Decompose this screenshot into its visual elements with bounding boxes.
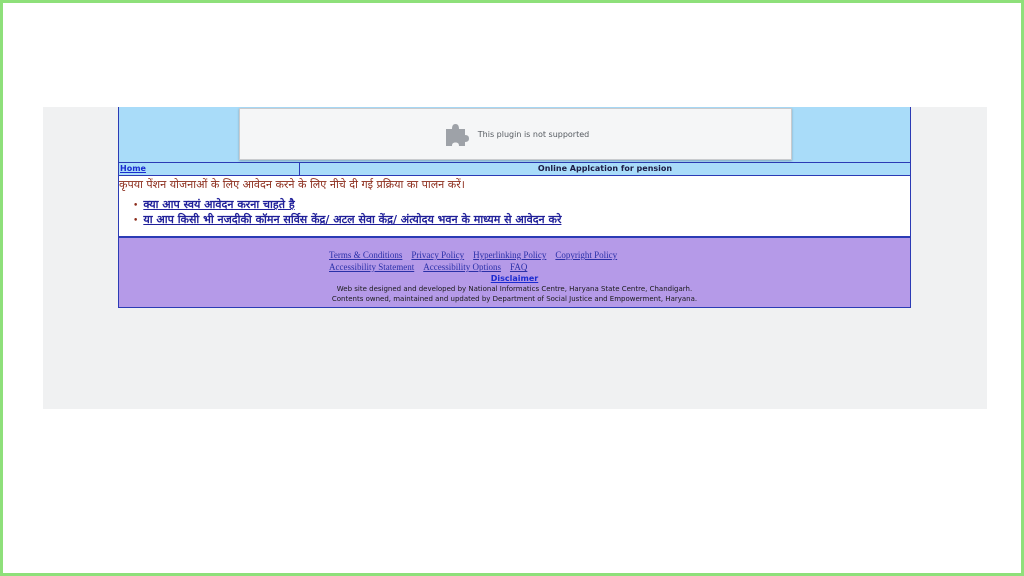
hyperlinking-link[interactable]: Hyperlinking Policy	[473, 250, 546, 260]
application-options: • क्या आप स्वयं आवेदन करना चाहते है • या आ…	[133, 198, 561, 228]
self-apply-link[interactable]: क्या आप स्वयं आवेदन करना चाहते है	[143, 198, 294, 211]
credit-line-designed: Web site designed and developed by Natio…	[336, 285, 693, 293]
plugin-message: This plugin is not supported	[477, 129, 590, 139]
pension-page: This plugin is not supported Home Online…	[118, 107, 911, 308]
nav-home-cell: Home	[119, 163, 300, 175]
accessibility-statement-link[interactable]: Accessibility Statement	[329, 262, 414, 272]
bullet-icon: •	[133, 216, 139, 226]
privacy-link[interactable]: Privacy Policy	[411, 250, 464, 260]
credit-line-contents: Contents owned, maintained and updated b…	[331, 295, 698, 303]
instruction-text: कृपया पेंशन योजनाओं के लिए आवेदन करने के…	[119, 178, 465, 191]
main-content: कृपया पेंशन योजनाओं के लिए आवेदन करने के…	[118, 176, 911, 238]
unsupported-plugin-placeholder: This plugin is not supported	[239, 108, 792, 160]
header-banner: This plugin is not supported	[118, 107, 911, 163]
terms-link[interactable]: Terms & Conditions	[329, 250, 402, 260]
nav-bar: Home Online Applcation for pension	[118, 163, 911, 176]
list-item: • क्या आप स्वयं आवेदन करना चाहते है	[133, 198, 561, 213]
accessibility-options-link[interactable]: Accessibility Options	[423, 262, 501, 272]
credits: Web site designed and developed by Natio…	[119, 284, 910, 304]
footer-links: Terms & Conditions Privacy Policy Hyperlin…	[329, 249, 669, 273]
csc-apply-link[interactable]: या आप किसी भी नजदीकी कॉमन सर्विस केंद्र/…	[143, 213, 561, 226]
disclaimer-link[interactable]: Disclaimer	[491, 274, 538, 283]
screenshot-frame: This plugin is not supported Home Online…	[0, 0, 1024, 576]
footer: Terms & Conditions Privacy Policy Hyperlin…	[118, 238, 911, 308]
puzzle-piece-icon	[445, 124, 469, 146]
copyright-link[interactable]: Copyright Policy	[555, 250, 617, 260]
home-link[interactable]: Home	[120, 164, 146, 173]
browser-viewport: This plugin is not supported Home Online…	[43, 107, 987, 409]
disclaimer-row: Disclaimer	[119, 274, 910, 284]
faq-link[interactable]: FAQ	[510, 262, 527, 272]
bullet-icon: •	[133, 201, 139, 211]
list-item: • या आप किसी भी नजदीकी कॉमन सर्विस केंद्र…	[133, 213, 561, 228]
page-title: Online Applcation for pension	[537, 164, 673, 173]
